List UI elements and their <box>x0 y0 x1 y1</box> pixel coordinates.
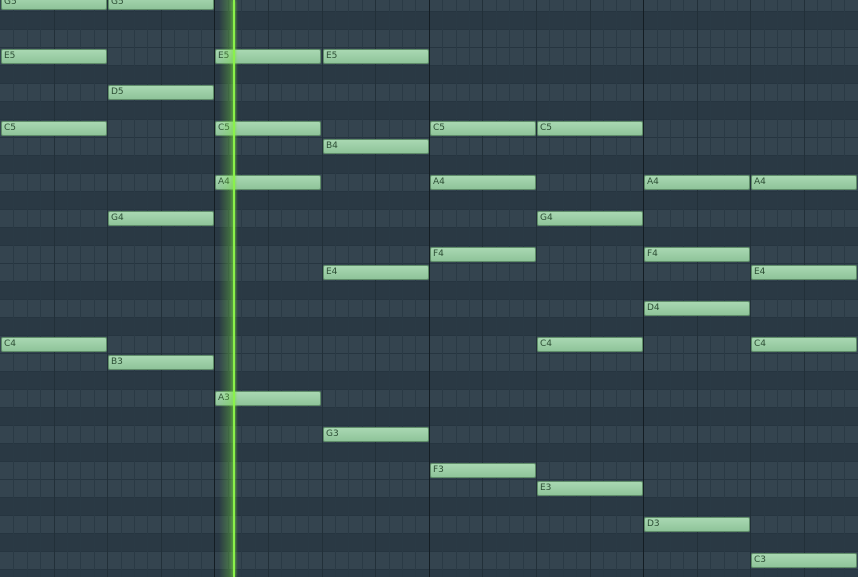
grid-line <box>389 0 390 577</box>
grid-line <box>683 0 684 577</box>
note-e5[interactable]: E5 <box>215 49 321 64</box>
grid-line <box>804 0 805 577</box>
note-f4[interactable]: F4 <box>644 247 750 262</box>
note-g5[interactable]: G5 <box>108 0 214 10</box>
note-f4[interactable]: F4 <box>430 247 536 262</box>
grid-line <box>281 0 282 577</box>
grid-line <box>54 0 55 577</box>
grid-line <box>268 0 269 577</box>
grid-line <box>335 0 336 577</box>
note-c3[interactable]: C3 <box>751 553 857 568</box>
piano-roll-grid[interactable]: G5 G5 E5 E5 E5 D5 C5 C5 C5 C5 B4 A4 A4 A4 A4 G4 G4 F4 F4 E4… <box>0 0 858 577</box>
grid-line <box>308 0 309 577</box>
note-g3[interactable]: G3 <box>323 427 429 442</box>
grid-line <box>496 0 497 577</box>
note-a4[interactable]: A4 <box>430 175 536 190</box>
grid-line <box>255 0 256 577</box>
grid-line <box>228 0 229 577</box>
grid-line <box>214 0 215 577</box>
note-c4[interactable]: C4 <box>537 337 643 352</box>
grid-line <box>750 0 751 577</box>
note-a3[interactable]: A3 <box>215 391 321 406</box>
grid-line <box>724 0 725 577</box>
grid-line <box>429 0 430 577</box>
grid-line <box>737 0 738 577</box>
note-d5[interactable]: D5 <box>108 85 214 100</box>
note-c5[interactable]: C5 <box>1 121 107 136</box>
grid-line <box>509 0 510 577</box>
grid-line <box>375 0 376 577</box>
grid-line <box>469 0 470 577</box>
grid-line <box>241 0 242 577</box>
note-b4[interactable]: B4 <box>323 139 429 154</box>
grid-line <box>523 0 524 577</box>
note-c4[interactable]: C4 <box>751 337 857 352</box>
grid-line <box>777 0 778 577</box>
grid-line <box>40 0 41 577</box>
grid-line <box>791 0 792 577</box>
grid-line <box>348 0 349 577</box>
grid-line <box>657 0 658 577</box>
grid-line <box>844 0 845 577</box>
note-a4[interactable]: A4 <box>751 175 857 190</box>
grid-line <box>442 0 443 577</box>
note-c5[interactable]: C5 <box>537 121 643 136</box>
playhead[interactable] <box>233 0 235 577</box>
grid-line <box>817 0 818 577</box>
note-c5[interactable]: C5 <box>215 121 321 136</box>
grid-line <box>94 0 95 577</box>
note-e5[interactable]: E5 <box>1 49 107 64</box>
note-f3[interactable]: F3 <box>430 463 536 478</box>
grid-line <box>482 0 483 577</box>
grid-line <box>456 0 457 577</box>
note-e3[interactable]: E3 <box>537 481 643 496</box>
note-c5[interactable]: C5 <box>430 121 536 136</box>
grid-line <box>415 0 416 577</box>
note-g4[interactable]: G4 <box>537 211 643 226</box>
grid-line <box>643 0 644 577</box>
note-g5[interactable]: G5 <box>1 0 107 10</box>
note-a4[interactable]: A4 <box>644 175 750 190</box>
grid-line <box>80 0 81 577</box>
grid-line <box>295 0 296 577</box>
note-d4[interactable]: D4 <box>644 301 750 316</box>
note-e4[interactable]: E4 <box>751 265 857 280</box>
note-e5[interactable]: E5 <box>323 49 429 64</box>
note-c4[interactable]: C4 <box>1 337 107 352</box>
grid-line <box>764 0 765 577</box>
note-d3[interactable]: D3 <box>644 517 750 532</box>
note-e4[interactable]: E4 <box>323 265 429 280</box>
note-a4[interactable]: A4 <box>215 175 321 190</box>
grid-line <box>402 0 403 577</box>
grid-line <box>27 0 28 577</box>
grid-line <box>322 0 323 577</box>
grid-line <box>67 0 68 577</box>
grid-line <box>13 0 14 577</box>
note-g4[interactable]: G4 <box>108 211 214 226</box>
grid-line <box>710 0 711 577</box>
grid-line <box>831 0 832 577</box>
grid-line <box>362 0 363 577</box>
note-b3[interactable]: B3 <box>108 355 214 370</box>
grid-line <box>670 0 671 577</box>
grid-line <box>697 0 698 577</box>
